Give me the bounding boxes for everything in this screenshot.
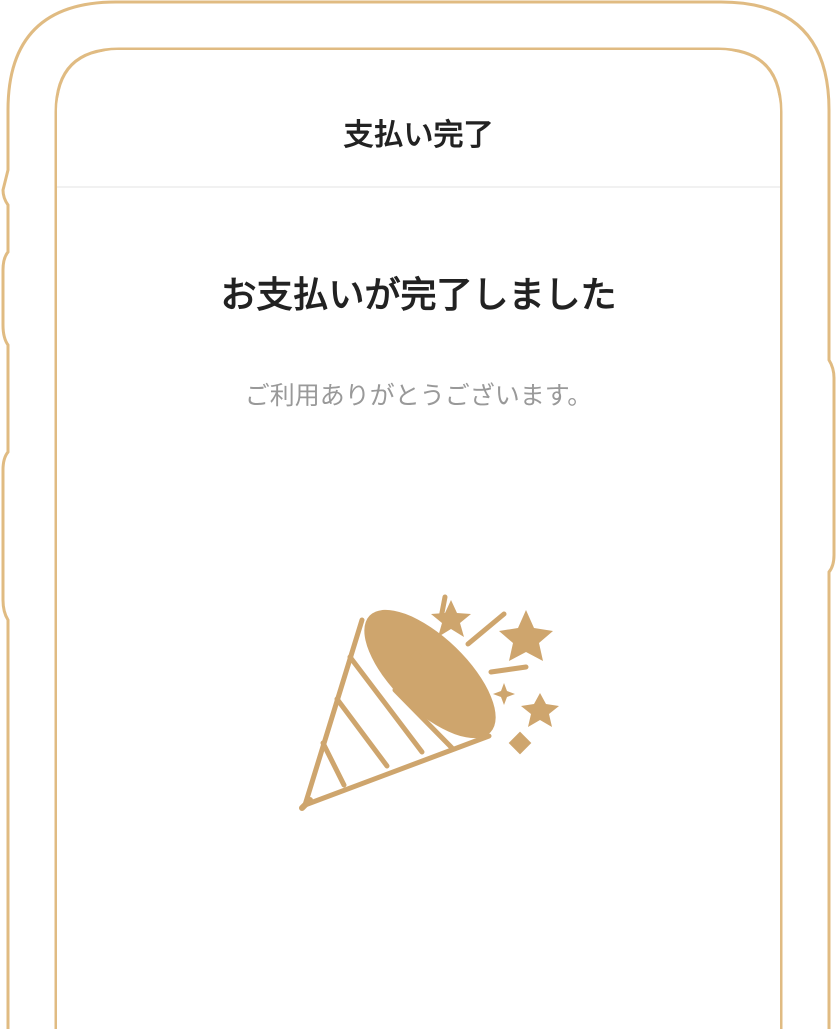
completion-heading: お支払いが完了しました <box>220 275 617 316</box>
nav-title: 支払い完了 <box>343 118 494 153</box>
app-screen: 支払い完了 お支払いが完了しました ご利用ありがとうございます。 <box>57 50 780 1029</box>
party-popper-icon <box>299 594 559 811</box>
navigation-bar: 支払い完了 <box>57 50 780 188</box>
thank-you-message: ご利用ありがとうございます。 <box>244 381 593 410</box>
phone-mockup: 支払い完了 お支払いが完了しました ご利用ありがとうございます。 <box>0 0 837 1029</box>
